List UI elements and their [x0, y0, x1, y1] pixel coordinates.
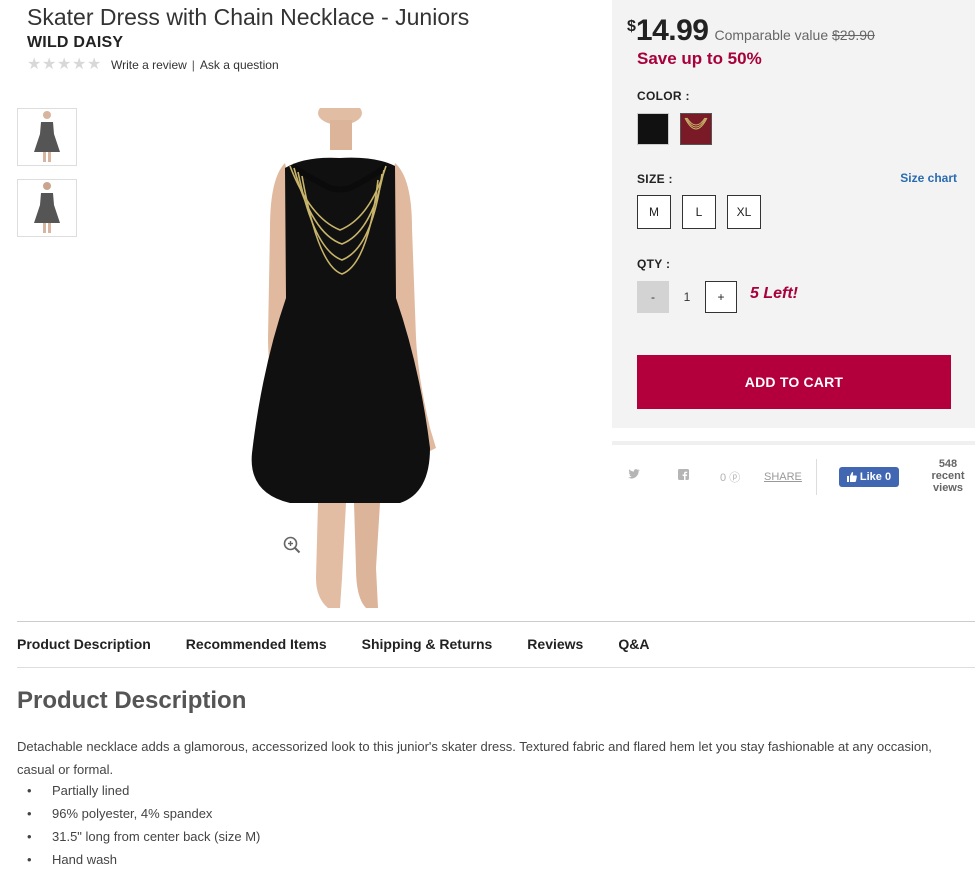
price-row: $ 14.99 Comparable value $29.90 [627, 16, 875, 46]
star-icon: ★ [87, 56, 102, 73]
currency-symbol: $ [627, 18, 636, 35]
rating-row: ★ ★ ★ ★ ★ Write a review | Ask a questio… [27, 56, 279, 73]
brand-name[interactable]: WILD DAISY [27, 34, 123, 52]
size-option-xl[interactable]: XL [727, 195, 761, 229]
price: 14.99 [635, 14, 709, 47]
main-product-image[interactable] [190, 101, 490, 608]
qty-value[interactable]: 1 [669, 281, 705, 313]
color-swatch-burgundy[interactable] [680, 113, 712, 145]
share-link[interactable]: SHARE [764, 471, 802, 483]
rating-stars[interactable]: ★ ★ ★ ★ ★ [27, 56, 102, 73]
color-label: COLOR : [637, 89, 690, 103]
social-row: 0 ⓟ SHARE Like 0 548 recent views [612, 455, 975, 499]
star-icon: ★ [42, 56, 57, 73]
tab-qa[interactable]: Q&A [618, 636, 649, 652]
views-label-1: recent [931, 470, 965, 482]
dress-thumbnail-image [34, 182, 60, 233]
recent-views: 548 recent views [924, 458, 972, 494]
star-icon: ★ [72, 56, 87, 73]
ask-question-link[interactable]: Ask a question [200, 58, 279, 72]
star-icon: ★ [27, 56, 42, 73]
save-text: Save up to 50% [637, 49, 762, 68]
dress-thumbnail-image [34, 111, 60, 162]
tab-shipping-returns[interactable]: Shipping & Returns [362, 636, 493, 652]
description-text: Detachable necklace adds a glamorous, ac… [17, 739, 932, 777]
star-icon: ★ [57, 56, 72, 73]
twitter-icon[interactable] [628, 469, 640, 479]
like-label: Like 0 [859, 471, 892, 483]
pinterest-icon: ⓟ [729, 472, 741, 484]
necklace-swatch-image [684, 117, 708, 130]
pinterest-count: 0 [720, 472, 727, 484]
comparable-label: Comparable value [714, 27, 829, 43]
add-to-cart-button[interactable]: ADD TO CART [637, 355, 951, 409]
tab-reviews[interactable]: Reviews [527, 636, 583, 652]
write-review-link[interactable]: Write a review [111, 58, 187, 72]
divider [17, 621, 975, 622]
description-heading: Product Description [17, 687, 247, 714]
product-title: Skater Dress with Chain Necklace - Junio… [27, 4, 470, 30]
views-count: 548 [938, 458, 958, 470]
tab-recommended-items[interactable]: Recommended Items [186, 636, 327, 652]
thumbnail-2[interactable] [17, 179, 77, 237]
buy-panel: $ 14.99 Comparable value $29.90 Save up … [612, 0, 975, 428]
pinterest-share[interactable]: 0 ⓟ [720, 469, 740, 485]
list-item: Hand wash [17, 848, 260, 871]
description-bullets: Partially lined 96% polyester, 4% spande… [17, 779, 260, 871]
facebook-icon[interactable] [678, 469, 689, 480]
comparable-value: Comparable value $29.90 [714, 27, 874, 43]
size-option-l[interactable]: L [682, 195, 716, 229]
list-item: Partially lined [17, 779, 260, 802]
stock-note: 5 Left! [750, 285, 798, 302]
qty-increase-button[interactable]: + [705, 281, 737, 313]
divider [17, 667, 975, 668]
size-label: SIZE : [637, 172, 673, 186]
qty-decrease-button[interactable]: - [637, 281, 669, 313]
product-tabs: Product Description Recommended Items Sh… [17, 636, 684, 652]
comparable-price: $29.90 [832, 27, 875, 43]
tab-product-description[interactable]: Product Description [17, 636, 151, 652]
thumbnail-1[interactable] [17, 108, 77, 166]
qty-label: QTY : [637, 257, 671, 271]
size-chart-link[interactable]: Size chart [900, 171, 957, 185]
divider [612, 441, 975, 445]
divider [816, 459, 817, 495]
separator: | [191, 58, 195, 72]
zoom-icon[interactable] [283, 536, 301, 554]
size-option-m[interactable]: M [637, 195, 671, 229]
color-swatch-black[interactable] [637, 113, 669, 145]
views-label-2: views [933, 482, 963, 494]
facebook-like-button[interactable]: Like 0 [839, 467, 899, 487]
thumbs-up-icon [846, 472, 857, 482]
list-item: 31.5" long from center back (size M) [17, 825, 260, 848]
list-item: 96% polyester, 4% spandex [17, 802, 260, 825]
